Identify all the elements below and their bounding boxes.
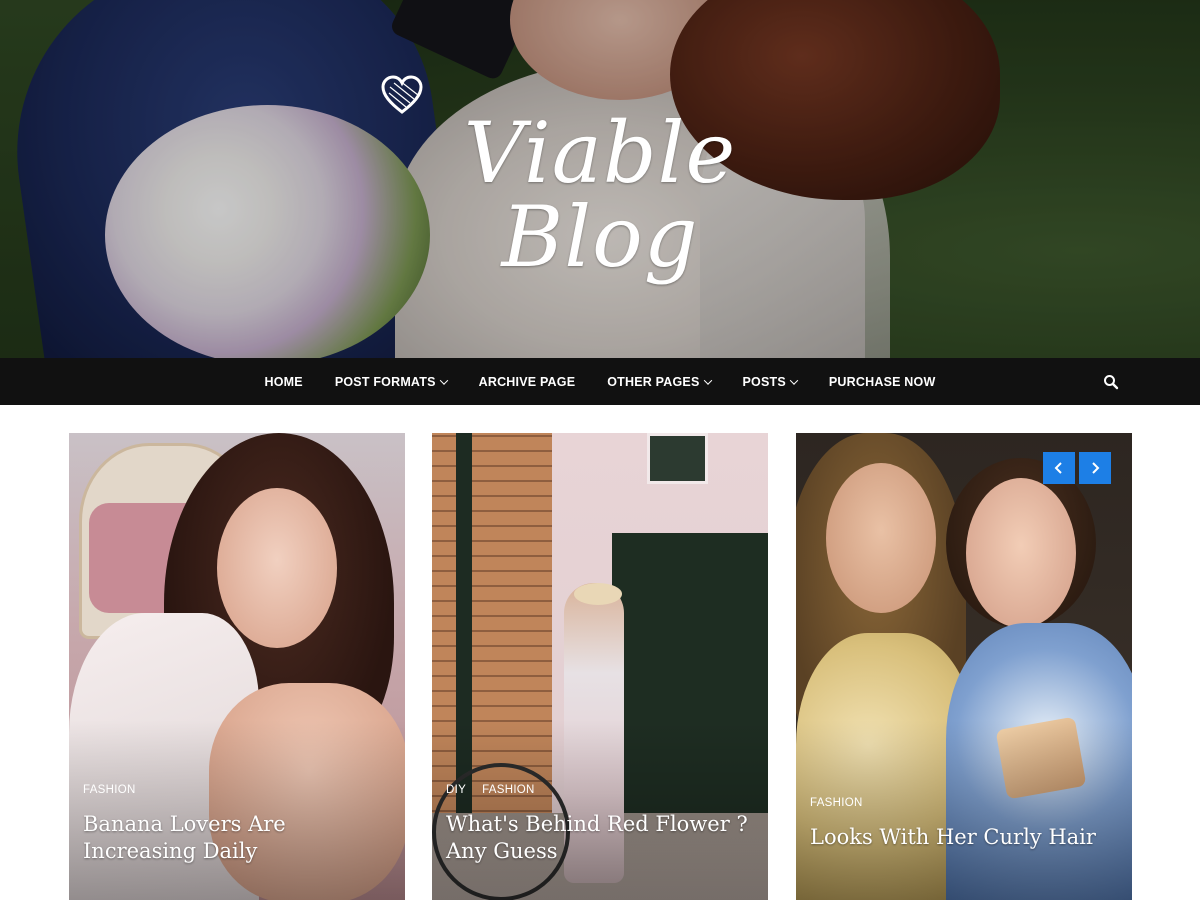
post-categories: DIY FASHION <box>446 784 535 796</box>
main-navigation: HOME POST FORMATS ARCHIVE PAGE OTHER PAG… <box>0 358 1200 405</box>
post-card[interactable]: FASHION Looks With Her Curly Hair <box>796 433 1132 900</box>
post-image-shade <box>796 720 1132 900</box>
post-card[interactable]: FASHION Banana Lovers Are Increasing Dai… <box>69 433 405 900</box>
post-categories: FASHION <box>810 797 863 809</box>
slider-prev-button[interactable] <box>1043 452 1075 484</box>
nav-item-label: PURCHASE NOW <box>828 374 936 389</box>
post-image-shade <box>69 720 405 900</box>
site-logo[interactable]: Viable Blog <box>380 75 820 279</box>
nav-item-label: POSTS <box>742 374 786 389</box>
post-category-link[interactable]: FASHION <box>83 784 136 796</box>
post-image-hat <box>574 583 622 605</box>
post-category-link[interactable]: FASHION <box>810 797 863 809</box>
chevron-down-icon <box>703 375 712 385</box>
nav-menu: HOME POST FORMATS ARCHIVE PAGE OTHER PAG… <box>0 358 1200 405</box>
post-image-face-right <box>966 478 1076 628</box>
post-card[interactable]: DIY FASHION What's Behind Red Flower ? A… <box>432 433 768 900</box>
post-title[interactable]: Looks With Her Curly Hair <box>810 824 1120 851</box>
nav-item-label: OTHER PAGES <box>607 374 700 389</box>
nav-item-label: ARCHIVE PAGE <box>478 374 576 389</box>
hero-banner: Viable Blog <box>0 0 1200 358</box>
nav-item-label: HOME <box>264 374 303 389</box>
chevron-right-icon <box>1092 462 1100 474</box>
site-logo-text: Viable Blog <box>463 104 737 286</box>
nav-item-home[interactable]: HOME <box>249 358 319 405</box>
nav-item-post-formats[interactable]: POST FORMATS <box>319 358 463 405</box>
post-image-face <box>217 488 337 648</box>
post-categories: FASHION <box>83 784 136 796</box>
post-image-window <box>647 433 708 484</box>
chevron-left-icon <box>1054 462 1062 474</box>
chevron-down-icon <box>439 375 448 385</box>
post-title[interactable]: Banana Lovers Are Increasing Daily <box>83 811 393 865</box>
nav-item-purchase-now[interactable]: PURCHASE NOW <box>813 358 952 405</box>
post-image-face-left <box>826 463 936 613</box>
search-icon[interactable] <box>1103 374 1119 390</box>
nav-item-other-pages[interactable]: OTHER PAGES <box>591 358 726 405</box>
slider-next-button[interactable] <box>1079 452 1111 484</box>
chevron-down-icon <box>789 375 799 385</box>
post-title[interactable]: What's Behind Red Flower ? Any Guess <box>446 811 756 865</box>
nav-item-label: POST FORMATS <box>334 374 436 389</box>
nav-item-posts[interactable]: POSTS <box>727 358 813 405</box>
post-category-link[interactable]: DIY <box>446 784 466 796</box>
post-category-link[interactable]: FASHION <box>482 784 535 796</box>
heart-icon <box>381 75 423 114</box>
nav-item-archive-page[interactable]: ARCHIVE PAGE <box>463 358 592 405</box>
post-image-shade <box>432 720 768 900</box>
